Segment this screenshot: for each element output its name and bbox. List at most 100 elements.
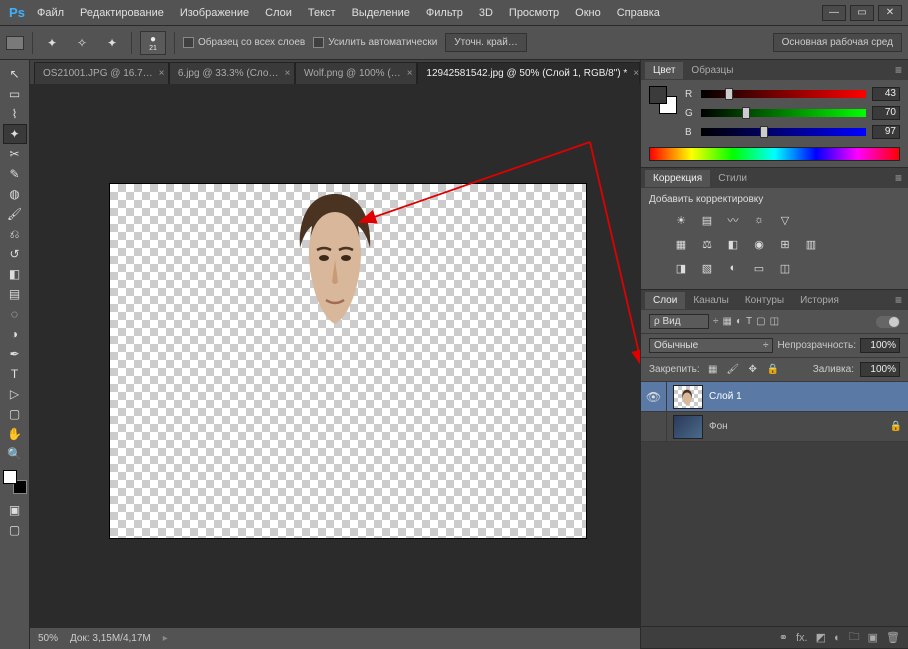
menu-filter[interactable]: Фильтр bbox=[419, 3, 470, 23]
tool-preset-picker[interactable] bbox=[6, 36, 24, 50]
workspace-switcher[interactable]: Основная рабочая сред bbox=[773, 33, 902, 52]
close-icon[interactable]: × bbox=[407, 68, 413, 79]
menu-text[interactable]: Текст bbox=[301, 3, 343, 23]
quick-mask-toggle[interactable]: ▣ bbox=[3, 500, 27, 520]
color-spectrum[interactable] bbox=[649, 147, 900, 161]
canvas-viewport[interactable] bbox=[30, 84, 640, 627]
layer-filter-type[interactable]: ρ Вид bbox=[649, 314, 709, 329]
screen-mode-toggle[interactable]: ▢ bbox=[3, 520, 27, 540]
brush-tool[interactable]: 🖌 bbox=[3, 204, 27, 224]
menu-file[interactable]: Файл bbox=[30, 3, 71, 23]
lasso-tool[interactable]: ⌇ bbox=[3, 104, 27, 124]
menu-edit[interactable]: Редактирование bbox=[73, 3, 171, 23]
delete-layer-icon[interactable]: 🗑 bbox=[886, 631, 900, 644]
history-tab[interactable]: История bbox=[792, 292, 847, 309]
filter-toggle[interactable] bbox=[876, 316, 900, 328]
mask-icon[interactable]: ◩ bbox=[816, 631, 826, 644]
close-icon[interactable]: × bbox=[284, 68, 290, 79]
posterize-icon[interactable]: ▧ bbox=[697, 259, 717, 277]
paths-tab[interactable]: Контуры bbox=[737, 292, 792, 309]
maximize-button[interactable]: ▭ bbox=[850, 5, 874, 21]
layer-row[interactable]: Фон 🔒 bbox=[641, 412, 908, 442]
g-value[interactable]: 70 bbox=[872, 106, 900, 120]
pen-tool[interactable]: ✒ bbox=[3, 344, 27, 364]
filter-shape-icon[interactable]: ▢ bbox=[756, 316, 765, 327]
type-tool[interactable]: T bbox=[3, 364, 27, 384]
lock-position-icon[interactable]: ✥ bbox=[746, 363, 760, 377]
new-layer-icon[interactable]: ▣ bbox=[868, 631, 878, 644]
vibrance-icon[interactable]: ▽ bbox=[775, 211, 795, 229]
clone-stamp-tool[interactable]: ⎌ bbox=[3, 224, 27, 244]
opacity-value[interactable]: 100% bbox=[860, 338, 900, 353]
dodge-tool[interactable]: ◑ bbox=[3, 324, 27, 344]
menu-3d[interactable]: 3D bbox=[472, 3, 500, 23]
link-layers-icon[interactable]: ⚭ bbox=[779, 631, 788, 644]
layer-thumbnail[interactable] bbox=[673, 385, 703, 409]
quick-selection-new-icon[interactable]: ✧ bbox=[71, 32, 93, 54]
rectangle-tool[interactable]: ▢ bbox=[3, 404, 27, 424]
eraser-tool[interactable]: ◧ bbox=[3, 264, 27, 284]
quick-selection-add-icon[interactable]: ✦ bbox=[41, 32, 63, 54]
close-icon[interactable]: × bbox=[159, 68, 165, 79]
styles-tab[interactable]: Стили bbox=[710, 170, 755, 187]
document-tab[interactable]: 6.jpg @ 33.3% (Сло…× bbox=[169, 62, 295, 84]
swatches-tab[interactable]: Образцы bbox=[683, 62, 741, 79]
quick-selection-subtract-icon[interactable]: ✦ bbox=[101, 32, 123, 54]
menu-help[interactable]: Справка bbox=[610, 3, 667, 23]
eyedropper-tool[interactable]: ✎ bbox=[3, 164, 27, 184]
photo-filter-icon[interactable]: ◉ bbox=[749, 235, 769, 253]
r-value[interactable]: 43 bbox=[872, 87, 900, 101]
hue-icon[interactable]: ▦ bbox=[671, 235, 691, 253]
adjustment-layer-icon[interactable]: ◐ bbox=[834, 632, 841, 644]
close-icon[interactable]: × bbox=[633, 68, 639, 79]
refine-edge-button[interactable]: Уточн. край… bbox=[445, 33, 527, 52]
rectangular-marquee-tool[interactable]: ▭ bbox=[3, 84, 27, 104]
channels-tab[interactable]: Каналы bbox=[685, 292, 737, 309]
levels-icon[interactable]: ▤ bbox=[697, 211, 717, 229]
channel-mixer-icon[interactable]: ⊞ bbox=[775, 235, 795, 253]
history-brush-tool[interactable]: ↺ bbox=[3, 244, 27, 264]
path-selection-tool[interactable]: ▷ bbox=[3, 384, 27, 404]
b-value[interactable]: 97 bbox=[872, 125, 900, 139]
r-slider[interactable] bbox=[701, 90, 866, 98]
bw-icon[interactable]: ◧ bbox=[723, 235, 743, 253]
filter-type-icon[interactable]: T bbox=[746, 316, 752, 327]
lock-pixels-icon[interactable]: 🖌 bbox=[726, 363, 740, 377]
menu-layers[interactable]: Слои bbox=[258, 3, 299, 23]
close-button[interactable]: ✕ bbox=[878, 5, 902, 21]
fx-icon[interactable]: fx. bbox=[796, 632, 808, 644]
sample-all-layers-checkbox[interactable]: Образец со всех слоев bbox=[183, 37, 305, 48]
panel-menu-icon[interactable]: ≡ bbox=[889, 291, 908, 309]
layer-name[interactable]: Слой 1 bbox=[709, 391, 742, 402]
lock-transparency-icon[interactable]: ▦ bbox=[706, 363, 720, 377]
blur-tool[interactable]: ◌ bbox=[3, 304, 27, 324]
layer-row[interactable]: 👁 Слой 1 bbox=[641, 382, 908, 412]
g-slider[interactable] bbox=[701, 109, 866, 117]
threshold-icon[interactable]: ◐ bbox=[723, 259, 743, 277]
zoom-level[interactable]: 50% bbox=[38, 633, 58, 644]
hand-tool[interactable]: ✋ bbox=[3, 424, 27, 444]
panel-menu-icon[interactable]: ≡ bbox=[889, 169, 908, 187]
crop-tool[interactable]: ✂ bbox=[3, 144, 27, 164]
balance-icon[interactable]: ⚖ bbox=[697, 235, 717, 253]
color-fg-bg[interactable] bbox=[649, 86, 677, 114]
exposure-icon[interactable]: ☼ bbox=[749, 211, 769, 229]
zoom-tool[interactable]: 🔍 bbox=[3, 444, 27, 464]
spot-healing-tool[interactable]: ◍ bbox=[3, 184, 27, 204]
document-tab[interactable]: Wolf.png @ 100% (…× bbox=[295, 62, 417, 84]
lookup-icon[interactable]: ▥ bbox=[801, 235, 821, 253]
group-icon[interactable]: 🗀 bbox=[849, 628, 860, 647]
auto-enhance-checkbox[interactable]: Усилить автоматически bbox=[313, 37, 437, 48]
menu-select[interactable]: Выделение bbox=[345, 3, 417, 23]
brush-picker[interactable]: ● 21 bbox=[140, 31, 166, 55]
adjustments-tab[interactable]: Коррекция bbox=[645, 170, 710, 187]
curves-icon[interactable]: 〰 bbox=[723, 211, 743, 229]
b-slider[interactable] bbox=[701, 128, 866, 136]
fill-value[interactable]: 100% bbox=[860, 362, 900, 377]
canvas[interactable] bbox=[110, 184, 586, 538]
visibility-toggle[interactable] bbox=[641, 412, 667, 441]
document-tab-active[interactable]: 12942581542.jpg @ 50% (Слой 1, RGB/8") *… bbox=[417, 62, 640, 84]
panel-menu-icon[interactable]: ≡ bbox=[889, 61, 908, 79]
layers-tab[interactable]: Слои bbox=[645, 292, 685, 309]
quick-selection-tool[interactable]: ✦ bbox=[3, 124, 27, 144]
